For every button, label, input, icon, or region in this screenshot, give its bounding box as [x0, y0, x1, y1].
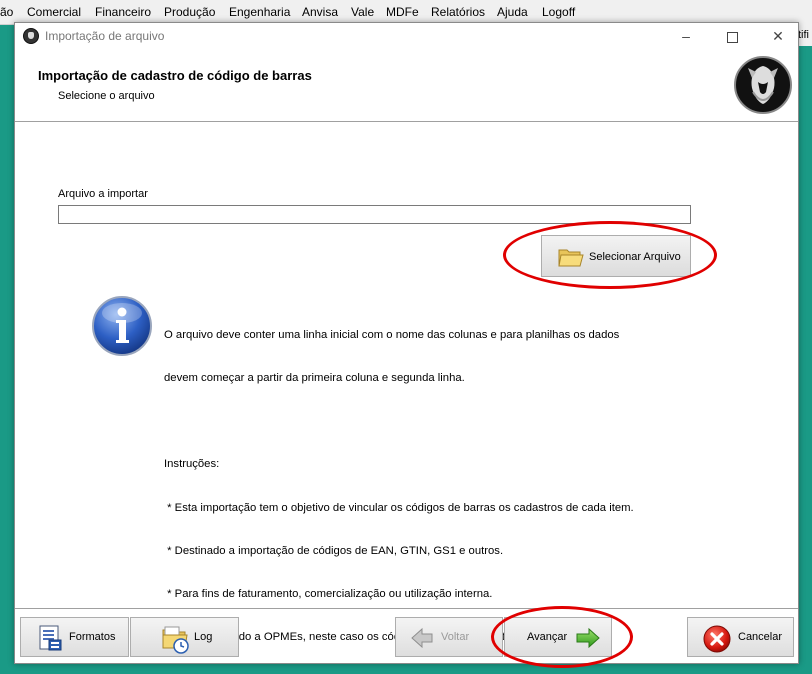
menu-item-engenharia[interactable]: Engenharia — [229, 5, 290, 19]
log-folder-clock-icon — [162, 626, 189, 654]
info-line: devem começar a partir da primeira colun… — [164, 372, 465, 385]
formatos-button[interactable]: Formatos — [20, 617, 129, 657]
import-dialog: Importação de arquivo – ✕ Importação de … — [14, 22, 799, 668]
file-field-label: Arquivo a importar — [58, 188, 148, 200]
wizard-subtitle: Selecione o arquivo — [58, 90, 155, 102]
menu-item-vale[interactable]: Vale — [351, 5, 374, 19]
avancar-label: Avançar — [527, 631, 568, 643]
arrow-right-icon — [576, 627, 600, 649]
menu-item-truncated[interactable]: ão — [0, 5, 13, 19]
folder-icon — [558, 249, 584, 267]
header-divider — [15, 121, 798, 122]
menu-item-anvisa[interactable]: Anvisa — [302, 5, 338, 19]
cancelar-label: Cancelar — [738, 631, 783, 643]
document-icon — [39, 625, 62, 651]
menu-item-mdfe[interactable]: MDFe — [386, 5, 419, 19]
info-icon — [92, 296, 152, 356]
voltar-button[interactable]: Voltar — [395, 617, 503, 657]
dialog-titlebar[interactable]: Importação de arquivo – ✕ — [15, 23, 798, 49]
menu-item-financeiro[interactable]: Financeiro — [95, 5, 151, 19]
info-line: * Destinado a importação de códigos de E… — [164, 544, 504, 557]
info-line: * Para fins de faturamento, comercializa… — [164, 588, 493, 601]
menu-item-comercial[interactable]: Comercial — [27, 5, 81, 19]
company-logo — [734, 56, 792, 114]
cancel-x-icon — [703, 625, 731, 653]
select-file-button[interactable]: Selecionar Arquivo — [541, 235, 691, 277]
log-label: Log — [194, 631, 213, 643]
log-button[interactable]: Log — [130, 617, 239, 657]
maximize-icon — [726, 31, 738, 43]
close-button[interactable]: ✕ — [755, 23, 801, 49]
menu-item-relatorios[interactable]: Relatórios — [431, 5, 485, 19]
cancelar-button[interactable]: Cancelar — [687, 617, 794, 657]
menu-item-producao[interactable]: Produção — [164, 5, 215, 19]
minimize-button[interactable]: – — [663, 23, 709, 49]
file-path-input[interactable] — [58, 205, 691, 224]
menu-item-ajuda[interactable]: Ajuda — [497, 5, 528, 19]
maximize-button[interactable] — [709, 23, 755, 49]
info-line: Instruções: — [164, 458, 220, 471]
avancar-button[interactable]: Avançar — [504, 617, 612, 657]
app-icon — [23, 28, 39, 44]
wizard-title: Importação de cadastro de código de barr… — [38, 68, 312, 83]
voltar-label: Voltar — [441, 631, 470, 643]
menu-item-logoff[interactable]: Logoff — [542, 5, 575, 19]
arrow-left-icon — [411, 627, 433, 649]
info-line: O arquivo deve conter uma linha inicial … — [164, 328, 620, 341]
info-line — [164, 414, 764, 428]
select-file-label: Selecionar Arquivo — [589, 251, 681, 263]
footer-divider — [15, 608, 798, 609]
info-line: * Esta importação tem o objetivo de vinc… — [164, 501, 634, 514]
dialog-title: Importação de arquivo — [45, 29, 165, 43]
formatos-label: Formatos — [69, 631, 116, 643]
